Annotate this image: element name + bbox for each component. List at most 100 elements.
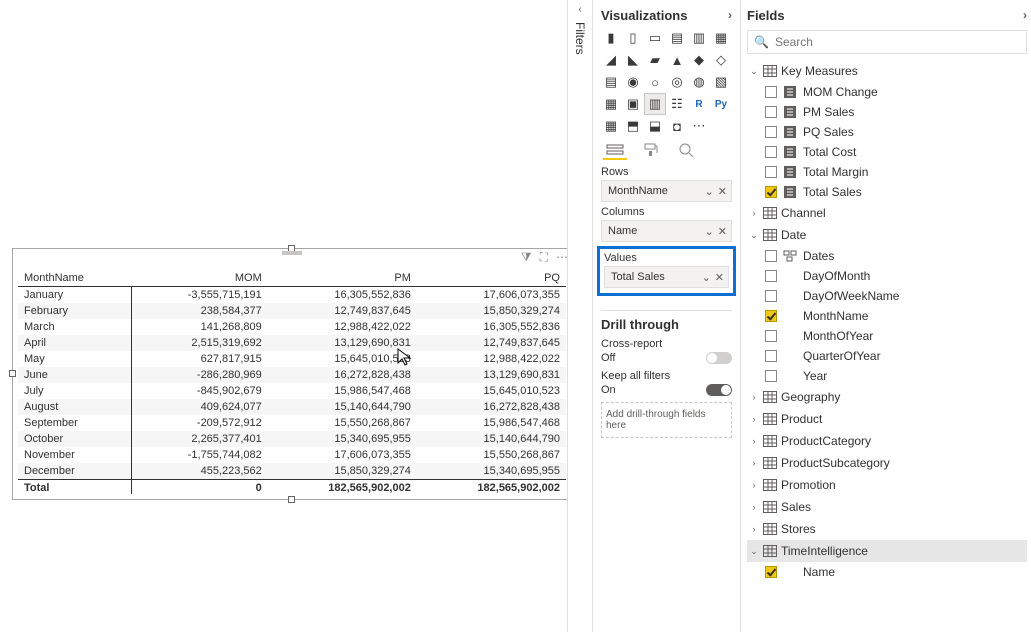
field-total-cost[interactable]: Total Cost (747, 142, 1027, 162)
resize-handle-bottom[interactable] (288, 496, 295, 503)
field-checkbox[interactable] (765, 250, 777, 262)
matrix-row[interactable]: December455,223,56215,850,329,27415,340,… (18, 463, 566, 480)
row-header[interactable]: May (18, 351, 131, 367)
keep-filters-toggle[interactable] (706, 384, 732, 396)
col-header-pm[interactable]: PM (268, 270, 417, 287)
viz-type-icon[interactable]: ▦ (601, 116, 621, 136)
columns-well[interactable]: Name ⌄ ✕ (601, 220, 732, 242)
collapse-fields-pane-icon[interactable]: › (1023, 8, 1027, 22)
matrix-row[interactable]: July-845,902,67915,986,547,46815,645,010… (18, 383, 566, 399)
viz-type-icon[interactable]: ◆ (689, 50, 709, 70)
matrix-row[interactable]: April2,515,319,69213,129,690,83112,749,8… (18, 335, 566, 351)
row-header[interactable]: March (18, 319, 131, 335)
expand-filters-icon[interactable]: ‹ (578, 4, 581, 15)
field-dayofmonth[interactable]: DayOfMonth (747, 266, 1027, 286)
viz-type-icon[interactable]: ◢ (601, 50, 621, 70)
viz-type-icon[interactable]: ▤ (667, 28, 687, 48)
chevron-down-icon[interactable]: ⌄ (705, 185, 714, 198)
field-dates[interactable]: Dates (747, 246, 1027, 266)
viz-type-icon[interactable]: ◇ (711, 50, 731, 70)
viz-type-icon[interactable]: Py (711, 94, 731, 114)
build-tab[interactable] (603, 142, 627, 160)
remove-field-icon[interactable]: ✕ (715, 271, 724, 284)
chevron-right-icon[interactable]: › (749, 208, 759, 218)
viz-type-icon[interactable]: ◘ (667, 116, 687, 136)
chevron-right-icon[interactable]: › (749, 392, 759, 402)
viz-type-icon[interactable]: ▤ (601, 72, 621, 92)
matrix-row[interactable]: August409,624,07715,140,644,79016,272,82… (18, 399, 566, 415)
viz-type-icon[interactable]: ▣ (623, 94, 643, 114)
matrix-row[interactable]: October2,265,377,40115,340,695,95515,140… (18, 431, 566, 447)
report-canvas[interactable]: ⧩ ⛶ ⋯ MonthName MOM PM PQ January-3,555,… (0, 0, 567, 632)
viz-type-icon[interactable]: ▥ (645, 94, 665, 114)
fields-table-product[interactable]: ›Product (747, 408, 1027, 430)
viz-type-icon[interactable]: ◎ (667, 72, 687, 92)
row-header[interactable]: November (18, 447, 131, 463)
focus-mode-icon[interactable]: ⛶ (540, 250, 548, 265)
row-header[interactable]: September (18, 415, 131, 431)
field-quarterofyear[interactable]: QuarterOfYear (747, 346, 1027, 366)
chevron-down-icon[interactable]: ⌄ (749, 546, 759, 557)
matrix-row[interactable]: November-1,755,744,08217,606,073,35515,5… (18, 447, 566, 463)
row-header[interactable]: December (18, 463, 131, 480)
field-pm-sales[interactable]: PM Sales (747, 102, 1027, 122)
fields-table-stores[interactable]: ›Stores (747, 518, 1027, 540)
matrix-row[interactable]: March141,268,80912,988,422,02216,305,552… (18, 319, 566, 335)
chevron-right-icon[interactable]: › (749, 480, 759, 490)
field-checkbox[interactable] (765, 106, 777, 118)
resize-handle-left[interactable] (9, 370, 16, 377)
values-well[interactable]: Total Sales ⌄ ✕ (604, 266, 729, 288)
chevron-right-icon[interactable]: › (749, 524, 759, 534)
field-checkbox[interactable] (765, 350, 777, 362)
chevron-down-icon[interactable]: ⌄ (749, 230, 759, 241)
matrix-row[interactable]: January-3,555,715,19116,305,552,83617,60… (18, 287, 566, 304)
field-total-sales[interactable]: Total Sales (747, 182, 1027, 202)
field-checkbox[interactable] (765, 186, 777, 198)
fields-table-date[interactable]: ⌄Date (747, 224, 1027, 246)
field-checkbox[interactable] (765, 290, 777, 302)
row-header[interactable]: July (18, 383, 131, 399)
field-checkbox[interactable] (765, 566, 777, 578)
viz-type-icon[interactable]: ▦ (711, 28, 731, 48)
field-checkbox[interactable] (765, 330, 777, 342)
remove-field-icon[interactable]: ✕ (718, 225, 727, 238)
field-checkbox[interactable] (765, 126, 777, 138)
matrix-visual[interactable]: ⧩ ⛶ ⋯ MonthName MOM PM PQ January-3,555,… (12, 248, 572, 500)
fields-search[interactable]: 🔍 (747, 30, 1027, 54)
matrix-row[interactable]: February238,584,37712,749,837,64515,850,… (18, 303, 566, 319)
fields-search-input[interactable] (773, 34, 1020, 50)
analytics-tab[interactable] (675, 142, 699, 160)
matrix-row[interactable]: June-286,280,96916,272,828,43813,129,690… (18, 367, 566, 383)
row-header[interactable]: June (18, 367, 131, 383)
field-pq-sales[interactable]: PQ Sales (747, 122, 1027, 142)
row-header[interactable]: August (18, 399, 131, 415)
fields-table-sales[interactable]: ›Sales (747, 496, 1027, 518)
fields-table-key-measures[interactable]: ⌄Key Measures (747, 60, 1027, 82)
viz-type-icon[interactable]: ⬒ (623, 116, 643, 136)
field-total-margin[interactable]: Total Margin (747, 162, 1027, 182)
field-checkbox[interactable] (765, 86, 777, 98)
row-header[interactable]: April (18, 335, 131, 351)
field-checkbox[interactable] (765, 310, 777, 322)
viz-type-icon[interactable]: ◍ (689, 72, 709, 92)
field-checkbox[interactable] (765, 270, 777, 282)
field-name[interactable]: Name (747, 562, 1027, 582)
col-header-monthname[interactable]: MonthName (18, 270, 131, 287)
chevron-down-icon[interactable]: ⌄ (705, 225, 714, 238)
viz-type-icon[interactable]: R (689, 94, 709, 114)
field-dayofweekname[interactable]: DayOfWeekName (747, 286, 1027, 306)
row-header[interactable]: October (18, 431, 131, 447)
field-checkbox[interactable] (765, 166, 777, 178)
fields-table-productsubcategory[interactable]: ›ProductSubcategory (747, 452, 1027, 474)
rows-well[interactable]: MonthName ⌄ ✕ (601, 180, 732, 202)
fields-table-promotion[interactable]: ›Promotion (747, 474, 1027, 496)
viz-type-icon[interactable]: ▯ (623, 28, 643, 48)
matrix-row[interactable]: May627,817,91515,645,010,52312,988,422,0… (18, 351, 566, 367)
field-monthname[interactable]: MonthName (747, 306, 1027, 326)
row-header[interactable]: February (18, 303, 131, 319)
chevron-right-icon[interactable]: › (749, 436, 759, 446)
field-checkbox[interactable] (765, 146, 777, 158)
chevron-down-icon[interactable]: ⌄ (749, 66, 759, 77)
filter-icon[interactable]: ⧩ (521, 250, 532, 265)
col-header-pq[interactable]: PQ (417, 270, 566, 287)
